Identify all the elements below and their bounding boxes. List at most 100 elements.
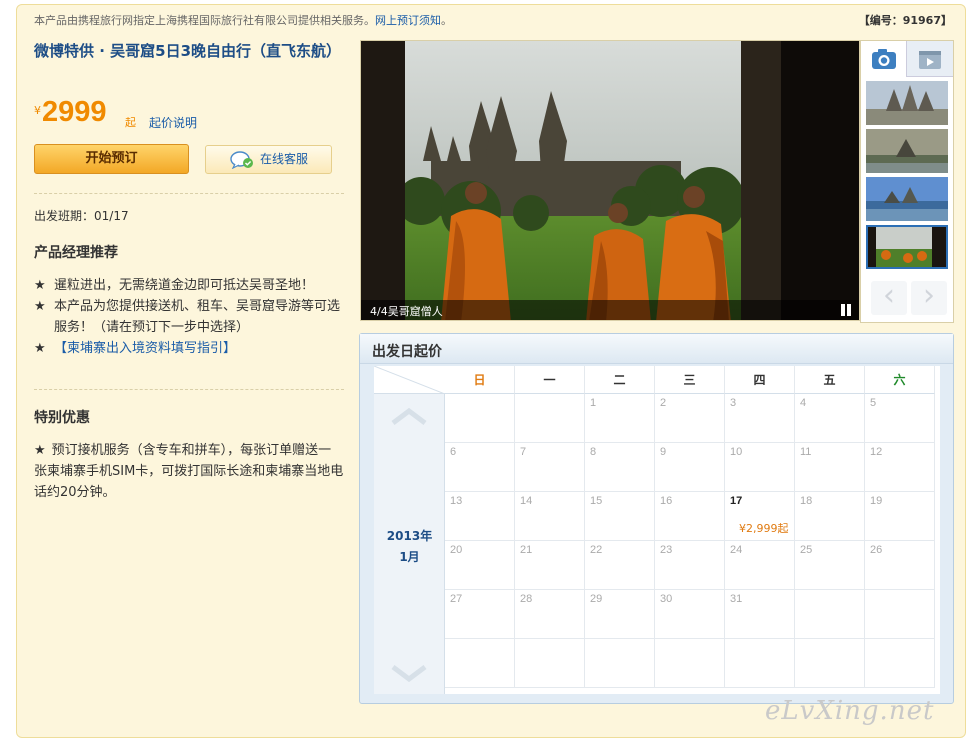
cambodia-entry-guide-link[interactable]: 【柬埔寨出入境资料填写指引】 [54,341,236,356]
weekday-header: 二 [585,366,655,394]
divider [34,193,344,194]
special-offer-body: 预订接机服务（含专车和拼车），每张订单赠送一张柬埔寨手机SIM卡，可拨打国际长途… [34,443,344,500]
recommend-text: 本产品为您提供接送机、租车、吴哥窟导游等可选服务！（请在预订下一步中选择） [54,299,341,335]
calendar-day [865,639,935,688]
calendar-corner [374,366,445,394]
thumbnail-next-button[interactable]: › [911,281,947,315]
day-number: 14 [520,495,533,507]
day-number: 31 [730,593,743,605]
calendar-day[interactable]: 17 ¥2,999起 [725,492,795,541]
calendar-day: 11 [795,443,865,492]
day-number: 24 [730,544,743,556]
thumbnail-prev-button[interactable]: ‹ [871,281,907,315]
weekday-header: 五 [795,366,865,394]
corner-diagonal [374,366,445,394]
calendar-day: 27 [445,590,515,639]
calendar-day: 9 [655,443,725,492]
calendar-day: 30 [655,590,725,639]
calendar-day [725,639,795,688]
main-photo[interactable]: 4/4吴哥窟僧人 [360,40,860,321]
chevron-down-icon[interactable] [390,664,428,684]
day-number: 6 [450,446,457,458]
booking-terms-link[interactable]: 网上预订须知 [375,14,441,27]
weekday-header: 一 [515,366,585,394]
calendar-title: 出发日起价 [372,344,442,360]
calendar-day: 31 [725,590,795,639]
thumbnail-2[interactable] [866,129,948,173]
calendar-day: 4 [795,394,865,443]
calendar-day: 10 [725,443,795,492]
calendar-grid: 2013年 1月 日一二三四五六 1 2 3 4 5 6 7 8 9 10 11 12 13 14 15 16 1… [374,366,940,694]
tab-videos[interactable] [908,41,953,77]
thumbnail-image [866,81,948,125]
day-number: 18 [800,495,813,507]
calendar-day: 21 [515,541,585,590]
chevron-up-icon[interactable] [390,406,428,426]
day-number: 9 [660,446,667,458]
calendar-day: 15 [585,492,655,541]
weekday-header: 三 [655,366,725,394]
list-item: ★ 【柬埔寨出入境资料填写指引】 [34,338,344,359]
service-notice: 本产品由携程旅行网指定上海携程国际旅行社有限公司提供相关服务。网上预订须知。 [34,12,452,28]
angkor-monks-photo [361,41,859,320]
day-number: 11 [800,446,812,458]
day-number: 19 [870,495,883,507]
calendar-day [445,394,515,443]
thumbnail-3[interactable] [866,177,948,221]
list-item: ★ 暹粒进出，无需绕道金边即可抵达吴哥圣地！ [34,275,344,296]
price-unit: 起 [125,116,136,129]
tab-photos[interactable] [861,41,907,77]
price-amount: 2999 [42,96,107,128]
watermark: eLvXing.net [765,696,935,726]
calendar-day: 25 [795,541,865,590]
departure-schedule: 出发班期：01/17 [34,209,129,223]
day-number: 23 [660,544,673,556]
calendar-day: 23 [655,541,725,590]
calendar-day: 22 [585,541,655,590]
day-number: 26 [870,544,883,556]
price-explanation-link[interactable]: 起价说明 [149,114,197,131]
thumbnail-image [866,129,948,173]
calendar-day [445,639,515,688]
day-number: 10 [730,446,743,458]
day-number: 16 [660,495,673,507]
departure-calendar: 出发日起价 2013年 1月 日一二三四五六 1 2 3 4 5 6 7 8 9 10 11 12 13 1… [359,333,954,704]
calendar-day: 26 [865,541,935,590]
calendar-day [865,590,935,639]
day-number: 28 [520,593,533,605]
calendar-day: 6 [445,443,515,492]
thumbnail-1[interactable] [866,81,948,125]
weekday-header: 四 [725,366,795,394]
online-service-button[interactable]: 在线客服 [205,145,332,174]
manager-recommend-title: 产品经理推荐 [34,245,118,261]
chat-icon [230,151,253,169]
pause-icon[interactable] [839,304,853,316]
day-number: 12 [870,446,883,458]
calendar-day [515,639,585,688]
day-price-link[interactable]: ¥2,999起 [739,520,789,536]
thumbnail-image [868,227,946,267]
calendar-day [515,394,585,443]
day-number: 3 [730,397,737,409]
day-number: 20 [450,544,463,556]
year-month-label: 2013年 1月 [374,526,445,568]
calendar-day: 1 [585,394,655,443]
thumbnail-4[interactable] [866,225,948,269]
calendar-day: 28 [515,590,585,639]
calendar-day: 24 [725,541,795,590]
special-offer-text: ★ 预订接机服务（含专车和拼车），每张订单赠送一张柬埔寨手机SIM卡，可拨打国际长… [34,440,344,503]
calendar-day: 16 [655,492,725,541]
year-label: 2013年 [386,529,433,543]
calendar-day: 19 [865,492,935,541]
calendar-day: 29 [585,590,655,639]
day-number: 13 [450,495,463,507]
product-code: 【编号：91967】 [858,14,952,27]
online-service-label: 在线客服 [260,152,309,166]
price-currency: ¥ [34,104,41,117]
calendar-day: 12 [865,443,935,492]
day-number: 29 [590,593,603,605]
video-icon [919,51,941,69]
recommend-text: 暹粒进出，无需绕道金边即可抵达吴哥圣地！ [54,278,315,293]
caption-bar: 4/4吴哥窟僧人 [361,300,859,320]
start-booking-button[interactable]: 开始预订 [34,144,189,174]
